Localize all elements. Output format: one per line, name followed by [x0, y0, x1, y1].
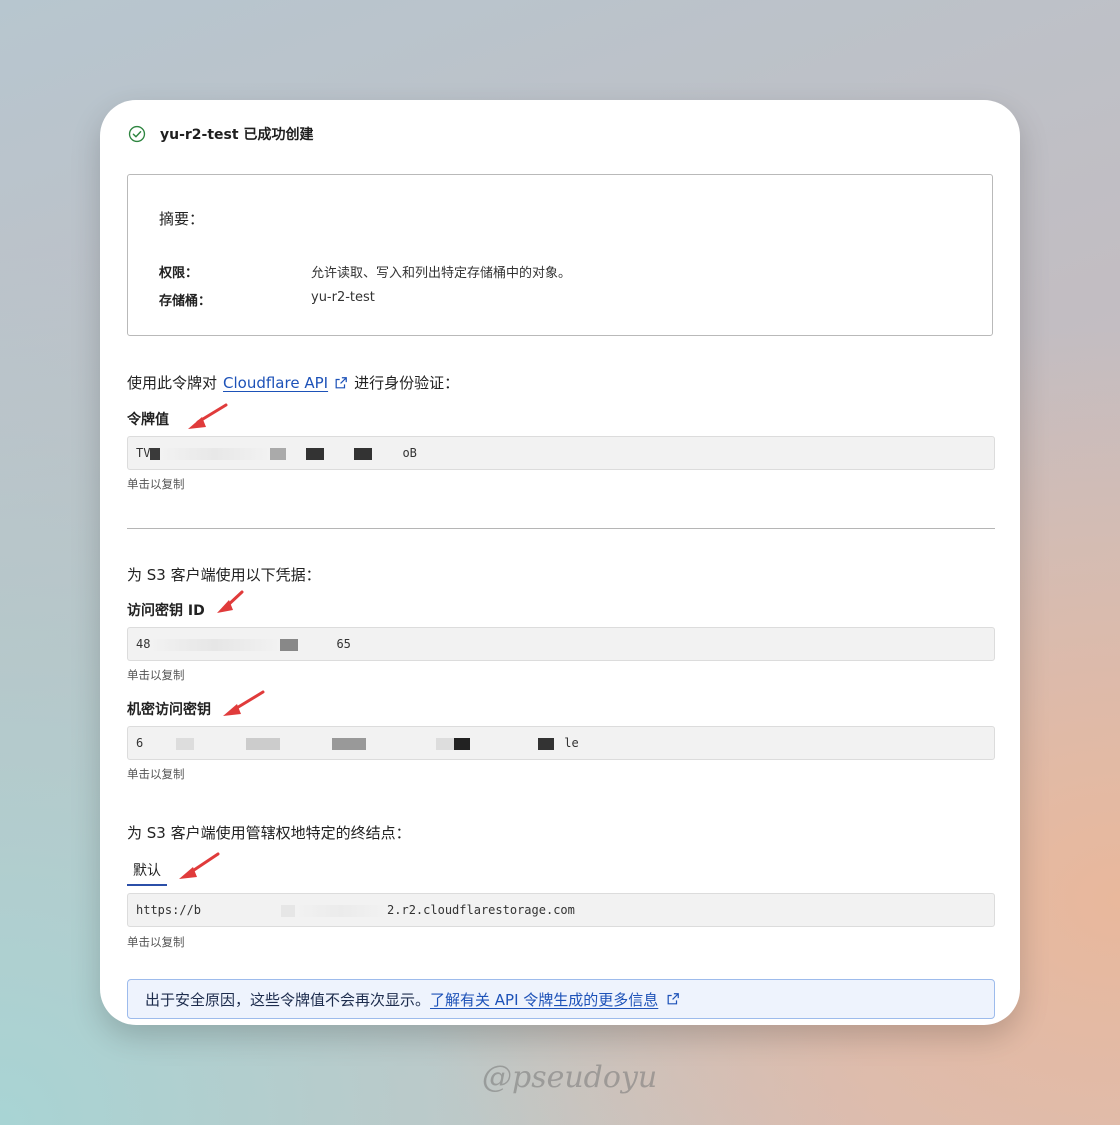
- secret-key-visible-end: le: [564, 736, 579, 750]
- redaction-block: [554, 737, 565, 750]
- redaction-block: [538, 737, 555, 750]
- notice-text: 出于安全原因，这些令牌值不会再次显示。: [145, 990, 431, 1009]
- access-key-visible-end: 65: [336, 637, 351, 651]
- permission-label: 权限：: [159, 266, 199, 281]
- summary-box: 摘要： 权限： 允许读取、写入和列出特定存储桶中的对象。 存储桶： yu-r2-…: [127, 174, 993, 336]
- redaction-block: [150, 447, 161, 460]
- token-label: 令牌值: [127, 412, 169, 428]
- redaction-block: [201, 904, 282, 917]
- api-auth-suffix: 进行身份验证：: [354, 374, 460, 392]
- redaction-block: [281, 904, 296, 917]
- redaction-block: [194, 737, 247, 750]
- redaction-block: [280, 737, 333, 750]
- redaction-block: [246, 737, 281, 750]
- check-circle-icon: [128, 125, 146, 143]
- watermark: @pseudoyu: [482, 1060, 658, 1095]
- redaction-block: [366, 737, 437, 750]
- token-visible-end: oB: [402, 446, 417, 460]
- access-key-copy-hint: 单击以复制: [127, 668, 185, 682]
- api-auth-prefix: 使用此令牌对: [127, 374, 218, 392]
- s3-credentials-intro: 为 S3 客户端使用以下凭据：: [127, 566, 321, 584]
- learn-more-link[interactable]: 了解有关 API 令牌生成的更多信息: [430, 989, 658, 1010]
- token-created-card: yu-r2-test 已成功创建 摘要： 权限： 允许读取、写入和列出特定存储桶…: [100, 100, 1020, 1025]
- token-value-field[interactable]: TV oB: [127, 436, 995, 470]
- endpoint-copy-hint: 单击以复制: [127, 935, 185, 949]
- token-visible-start: TV: [136, 446, 151, 460]
- redaction-block: [454, 737, 471, 750]
- annotation-arrow: [223, 690, 265, 716]
- redaction-block: [306, 447, 325, 460]
- endpoint-visible-start: https://b: [136, 903, 202, 917]
- permission-value: 允许读取、写入和列出特定存储桶中的对象。: [311, 266, 572, 281]
- cloudflare-api-link[interactable]: Cloudflare API: [223, 374, 328, 392]
- redaction-block: [143, 737, 177, 750]
- bucket-label: 存储桶：: [159, 294, 212, 309]
- redaction-block: [324, 447, 355, 460]
- redaction-block: [176, 737, 195, 750]
- annotation-arrow: [188, 403, 228, 429]
- endpoint-field[interactable]: https://b 2.r2.cloudflarestorage.com: [127, 893, 995, 927]
- access-key-visible-start: 48: [136, 637, 151, 651]
- redaction-block: [160, 447, 271, 460]
- redaction-block: [280, 638, 299, 651]
- redaction-block: [332, 737, 367, 750]
- redaction-block: [295, 904, 388, 917]
- annotation-arrow: [217, 590, 244, 613]
- external-link-icon[interactable]: [666, 992, 680, 1006]
- endpoint-intro: 为 S3 客户端使用管辖权地特定的终结点：: [127, 824, 411, 842]
- redaction-block: [298, 638, 337, 651]
- secret-key-visible-start: 6: [136, 736, 144, 750]
- endpoint-visible-end: 2.r2.cloudflarestorage.com: [387, 903, 575, 917]
- redaction-block: [372, 447, 403, 460]
- bucket-value: yu-r2-test: [311, 290, 375, 305]
- tab-default[interactable]: 默认: [127, 860, 167, 886]
- secret-key-copy-hint: 单击以复制: [127, 767, 185, 781]
- api-auth-text: 使用此令牌对 Cloudflare API 进行身份验证：: [127, 372, 459, 393]
- redaction-block: [436, 737, 455, 750]
- redaction-block: [286, 447, 307, 460]
- external-link-icon[interactable]: [334, 376, 348, 390]
- token-copy-hint: 单击以复制: [127, 477, 185, 491]
- secret-key-field[interactable]: 6 le: [127, 726, 995, 760]
- secret-key-label: 机密访问密钥: [127, 702, 211, 718]
- redaction-block: [270, 447, 287, 460]
- redaction-block: [354, 447, 373, 460]
- access-key-label: 访问密钥 ID: [127, 603, 205, 619]
- success-header: yu-r2-test 已成功创建: [128, 124, 313, 144]
- security-notice: 出于安全原因，这些令牌值不会再次显示。 了解有关 API 令牌生成的更多信息: [127, 979, 995, 1019]
- redaction-block: [150, 638, 281, 651]
- summary-title: 摘要：: [159, 210, 205, 228]
- divider: [127, 528, 995, 529]
- redaction-block: [470, 737, 539, 750]
- access-key-field[interactable]: 48 65: [127, 627, 995, 661]
- annotation-arrow: [179, 852, 220, 879]
- page-title: yu-r2-test 已成功创建: [160, 127, 314, 143]
